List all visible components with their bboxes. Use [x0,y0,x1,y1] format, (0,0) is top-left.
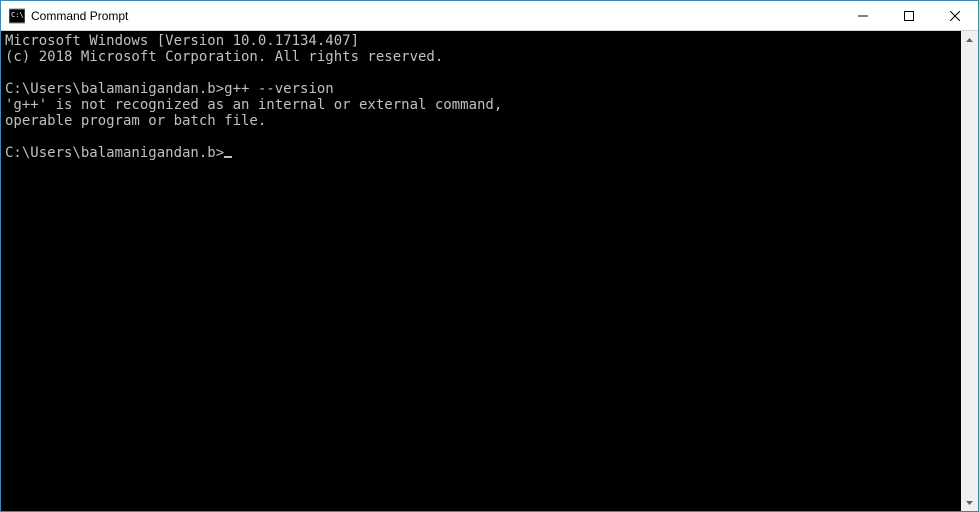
command-text: g++ --version [224,81,334,97]
maximize-button[interactable] [886,1,932,30]
prompt-path: C:\Users\balamanigandan.b> [5,145,224,161]
terminal-output[interactable]: Microsoft Windows [Version 10.0.17134.40… [1,31,961,511]
command-prompt-window: C:\ Command Prompt Microsoft Windows [Ve… [0,0,979,512]
scroll-up-button[interactable] [961,31,978,48]
error-line: 'g++' is not recognized as an internal o… [5,97,502,113]
error-line: operable program or batch file. [5,113,266,129]
text-cursor [224,156,232,158]
close-button[interactable] [932,1,978,30]
prompt-path: C:\Users\balamanigandan.b> [5,81,224,97]
terminal-wrapper: Microsoft Windows [Version 10.0.17134.40… [1,31,978,511]
os-version-line: Microsoft Windows [Version 10.0.17134.40… [5,33,359,49]
window-controls [840,1,978,30]
minimize-button[interactable] [840,1,886,30]
vertical-scrollbar[interactable] [961,31,978,511]
window-title: Command Prompt [31,1,840,31]
copyright-line: (c) 2018 Microsoft Corporation. All righ… [5,49,443,65]
svg-text:C:\: C:\ [11,11,24,19]
titlebar[interactable]: C:\ Command Prompt [1,1,978,31]
scroll-track[interactable] [961,48,978,494]
scroll-down-button[interactable] [961,494,978,511]
cmd-icon: C:\ [9,8,25,24]
